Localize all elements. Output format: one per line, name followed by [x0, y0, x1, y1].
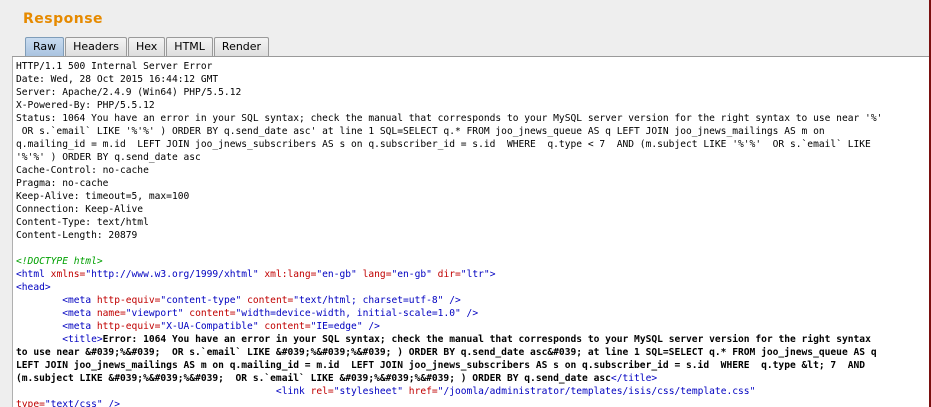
- tag-token: />: [102, 399, 120, 407]
- header-line: Content-Type: text/html: [16, 217, 149, 228]
- value-token: "en-gb": [316, 269, 357, 280]
- header-line: Keep-Alive: timeout=5, max=100: [16, 191, 190, 202]
- tag-token: </title>: [610, 373, 658, 384]
- header-line: X-Powered-By: PHP/5.5.12: [16, 100, 155, 111]
- value-token: "text/html; charset=utf-8": [293, 295, 444, 306]
- header-line: HTTP/1.1 500 Internal Server Error: [16, 61, 213, 72]
- attr-token: xmlns=: [44, 269, 86, 280]
- value-token: "IE=edge": [310, 321, 363, 332]
- panel-title: Response: [23, 11, 104, 27]
- header-line: Date: Wed, 28 Oct 2015 16:44:12 GMT: [16, 74, 219, 85]
- header-line: OR s.`email` LIKE '%'%' ) ORDER BY q.sen…: [16, 126, 825, 137]
- meta-line: <meta http-equiv="content-type" content=…: [16, 294, 929, 307]
- html-open-line: <html xmlns="http://www.w3.org/1999/xhtm…: [16, 268, 929, 281]
- attr-token: content=: [241, 295, 294, 306]
- value-token: "/joomla/administrator/templates/isis/cs…: [437, 386, 756, 397]
- meta-line: <meta name="viewport" content="width=dev…: [16, 307, 929, 320]
- header-line: Content-Length: 20879: [16, 230, 138, 241]
- tag-token: <title>: [62, 334, 103, 345]
- attr-token: http-equiv=: [91, 321, 161, 332]
- value-token: "viewport": [125, 308, 184, 319]
- attr-token: dir=: [431, 269, 461, 280]
- value-token: "width=device-width, initial-scale=1.0": [235, 308, 461, 319]
- attr-token: xml:lang=: [258, 269, 317, 280]
- tag-token: />: [362, 321, 380, 332]
- attr-token: content=: [183, 308, 236, 319]
- tag-token: />: [443, 295, 461, 306]
- tag-token: <html: [16, 269, 45, 280]
- title-line: (m.subject LIKE &#039;%&#039;%&#039; OR …: [16, 372, 929, 385]
- header-line: Cache-Control: no-cache: [16, 165, 149, 176]
- response-panel: Response Raw Headers Hex HTML Render HTT…: [0, 0, 931, 407]
- tag-token: <link: [275, 386, 305, 397]
- value-token: "ltr": [460, 269, 490, 280]
- tab-hex[interactable]: Hex: [127, 37, 166, 56]
- attr-token: rel=: [304, 386, 334, 397]
- attr-token: name=: [91, 308, 126, 319]
- doctype-line: <!DOCTYPE html>: [16, 256, 103, 267]
- link-line: <link rel="stylesheet" href="/joomla/adm…: [16, 385, 929, 398]
- header-line: Status: 1064 You have an error in your S…: [16, 113, 883, 124]
- attr-token: type=: [16, 399, 45, 407]
- header-line: Server: Apache/2.4.9 (Win64) PHP/5.5.12: [16, 87, 242, 98]
- view-tabs: Raw Headers Hex HTML Render: [25, 37, 270, 57]
- head-open-line: <head>: [16, 282, 51, 293]
- title-text: LEFT JOIN joo_jnews_mailings AS m on q.m…: [16, 360, 866, 371]
- title-line: <title>Error: 1064 You have an error in …: [16, 333, 929, 346]
- raw-response-text[interactable]: HTTP/1.1 500 Internal Server Error Date:…: [12, 57, 929, 407]
- header-line: Connection: Keep-Alive: [16, 204, 144, 215]
- header-line: '%'%' ) ORDER BY q.send_date asc: [16, 152, 201, 163]
- value-token: "content-type": [160, 295, 242, 306]
- tab-html[interactable]: HTML: [166, 37, 213, 56]
- tab-headers[interactable]: Headers: [65, 37, 127, 56]
- tab-render[interactable]: Render: [213, 37, 270, 56]
- title-text: Error: 1064 You have an error in your SQ…: [102, 334, 871, 345]
- attr-token: content=: [258, 321, 311, 332]
- title-text: (m.subject LIKE &#039;%&#039;%&#039; OR …: [16, 373, 611, 384]
- tag-token: />: [460, 308, 479, 319]
- tag-token: <meta: [62, 321, 92, 332]
- header-line: q.mailing_id = m.id LEFT JOIN joo_jnews_…: [16, 139, 871, 150]
- value-token: "http://www.w3.org/1999/xhtml": [85, 269, 259, 280]
- title-text: to use near &#039;%&#039; OR s.`email` L…: [16, 347, 877, 358]
- tag-token: <meta: [62, 295, 92, 306]
- header-line: Pragma: no-cache: [16, 178, 109, 189]
- value-token: "text/css": [44, 399, 103, 407]
- attr-token: href=: [403, 386, 438, 397]
- tag-token: <meta: [62, 308, 92, 319]
- meta-line: <meta http-equiv="X-UA-Compatible" conte…: [16, 320, 929, 333]
- link-line-cont: type="text/css" />: [16, 398, 929, 407]
- value-token: "X-UA-Compatible": [160, 321, 259, 332]
- tag-token: >: [489, 269, 496, 280]
- tab-raw[interactable]: Raw: [25, 37, 65, 56]
- attr-token: lang=: [356, 269, 392, 280]
- attr-token: http-equiv=: [91, 295, 161, 306]
- value-token: "en-gb": [391, 269, 432, 280]
- value-token: "stylesheet": [333, 386, 404, 397]
